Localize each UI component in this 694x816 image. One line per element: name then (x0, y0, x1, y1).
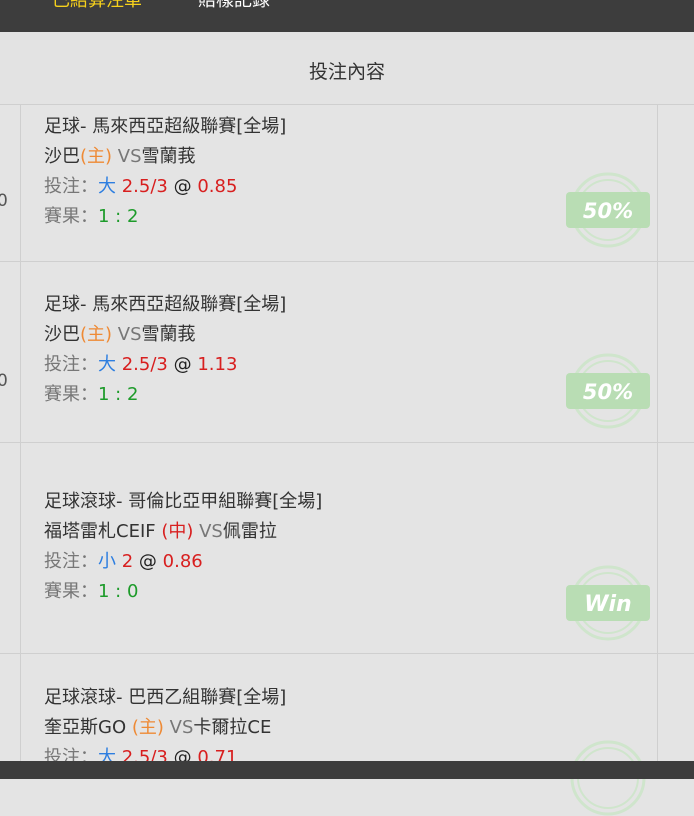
bet-detail: 投注：大 2.5/3 @ 0.85 (44, 172, 286, 202)
home-team: 福塔雷札CEIF (44, 521, 162, 542)
away-team: 佩雷拉 (222, 521, 277, 542)
bet-row: 0 足球- 馬來西亞超級聯賽[全場] 沙巴(主) VS雪蘭莪 投注：大 2.5/… (0, 104, 694, 262)
bet-line: 2.5/3 (121, 354, 168, 375)
match-teams: 奎亞斯GO (主) VS卡爾拉CE (44, 713, 286, 743)
bet-line: 2 (121, 551, 134, 572)
bet-label: 投注： (44, 551, 98, 572)
bet-label: 投注： (44, 176, 98, 197)
bet-pick: 大 (98, 176, 116, 197)
clipped-value: 0 (0, 191, 8, 211)
bet-pick: 大 (98, 354, 116, 375)
home-marker: (主) (80, 146, 113, 167)
bet-odds: 0.85 (197, 176, 238, 197)
home-marker: (主) (80, 324, 113, 345)
league-name: 足球- 馬來西亞超級聯賽[全場] (44, 116, 287, 137)
column-header: 投注內容 (0, 32, 694, 105)
stamp-text: 50% (583, 199, 633, 223)
match-result: 賽果：1 : 2 (44, 202, 286, 232)
result-score: 1 : 2 (98, 384, 139, 405)
home-marker: (主) (131, 717, 164, 738)
at-symbol: @ (173, 354, 192, 375)
clipped-value: 0 (0, 371, 8, 391)
bet-odds: 1.13 (197, 354, 238, 375)
result-label: 賽果： (44, 384, 98, 405)
vs-label: VS (117, 324, 142, 345)
bottom-bar (0, 761, 694, 779)
top-tab-bar: 已結算注單 賠樣記錄 (0, 0, 694, 32)
bet-row: 0 足球- 馬來西亞超級聯賽[全場] 沙巴(主) VS雪蘭莪 投注：大 2.5/… (0, 262, 694, 443)
away-team: 雪蘭莪 (141, 324, 196, 345)
result-score: 1 : 0 (98, 581, 139, 602)
tab-history[interactable]: 賠樣記錄 (198, 0, 270, 12)
bet-row: 足球滾球- 哥倫比亞甲組聯賽[全場] 福塔雷札CEIF (中) VS佩雷拉 投注… (0, 443, 694, 654)
bet-detail: 投注：大 2.5/3 @ 1.13 (44, 350, 286, 380)
bet-pick: 小 (98, 551, 116, 572)
league-name: 足球滾球- 巴西乙組聯賽[全場] (44, 687, 287, 708)
match-teams: 福塔雷札CEIF (中) VS佩雷拉 (44, 517, 322, 547)
at-symbol: @ (173, 176, 192, 197)
match-result: 賽果：1 : 2 (44, 380, 286, 410)
home-team: 沙巴 (44, 324, 80, 345)
result-label: 賽果： (44, 581, 98, 602)
half-win-stamp-icon: 50% (566, 172, 650, 248)
bet-label: 投注： (44, 354, 98, 375)
match-result: 賽果：1 : 0 (44, 577, 322, 607)
at-symbol: @ (138, 551, 157, 572)
match-teams: 沙巴(主) VS雪蘭莪 (44, 320, 286, 350)
neutral-marker: (中) (161, 521, 194, 542)
half-win-stamp-icon: 50% (566, 353, 650, 429)
bet-line: 2.5/3 (121, 176, 168, 197)
league-name: 足球- 馬來西亞超級聯賽[全場] (44, 294, 287, 315)
win-stamp-icon: Win (566, 565, 650, 641)
match-teams: 沙巴(主) VS雪蘭莪 (44, 142, 286, 172)
home-team: 沙巴 (44, 146, 80, 167)
vs-label: VS (169, 717, 194, 738)
league-name: 足球滾球- 哥倫比亞甲組聯賽[全場] (44, 491, 323, 512)
result-label: 賽果： (44, 206, 98, 227)
bet-detail: 投注：小 2 @ 0.86 (44, 547, 322, 577)
away-team: 卡爾拉CE (193, 717, 272, 738)
home-team: 奎亞斯GO (44, 717, 132, 738)
stamp-text: 50% (583, 380, 633, 404)
result-score: 1 : 2 (98, 206, 139, 227)
bet-content-heading: 投注內容 (308, 61, 385, 83)
away-team: 雪蘭莪 (141, 146, 196, 167)
vs-label: VS (199, 521, 223, 542)
stamp-text: Win (584, 592, 631, 617)
tab-settled-bets[interactable]: 已結算注單 (52, 0, 142, 12)
bet-odds: 0.86 (162, 551, 203, 572)
vs-label: VS (117, 146, 142, 167)
